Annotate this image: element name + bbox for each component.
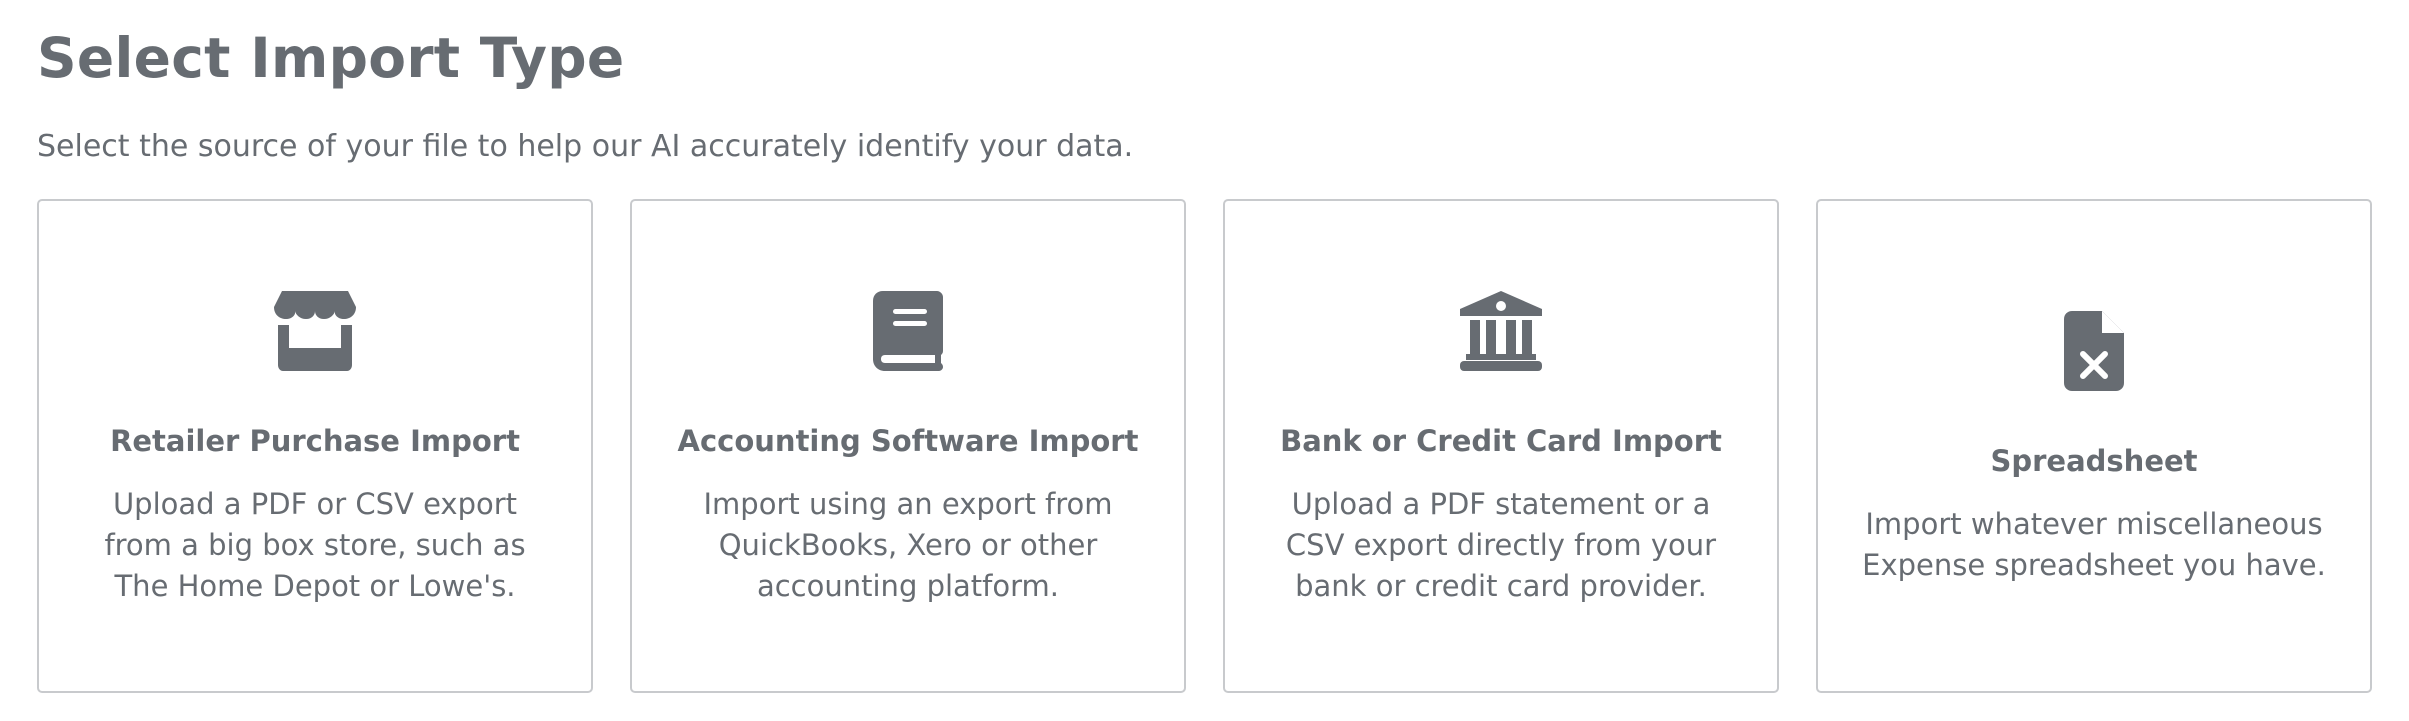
accounting-software-import-card[interactable]: Accounting Software Import Import using … — [630, 199, 1186, 693]
card-title: Accounting Software Import — [677, 423, 1139, 458]
card-description: Import whatever miscellaneous Expense sp… — [1862, 507, 2326, 582]
import-type-options: Retailer Purchase Import Upload a PDF or… — [37, 199, 2372, 693]
card-title: Spreadsheet — [1990, 444, 2198, 478]
card-description: Upload a PDF or CSV export from a big bo… — [104, 486, 526, 603]
card-title: Bank or Credit Card Import — [1280, 423, 1722, 458]
import-type-page: Select Import Type Select the source of … — [0, 0, 2409, 721]
card-description: Upload a PDF statement or a CSV export d… — [1285, 486, 1717, 603]
page-title: Select Import Type — [37, 26, 625, 90]
card-title: Retailer Purchase Import — [110, 423, 520, 458]
retailer-purchase-import-card[interactable]: Retailer Purchase Import Upload a PDF or… — [37, 199, 593, 693]
store-icon — [270, 286, 360, 376]
bank-credit-card-import-card[interactable]: Bank or Credit Card Import Upload a PDF … — [1223, 199, 1779, 693]
spreadsheet-import-card[interactable]: Spreadsheet Import whatever miscellaneou… — [1816, 199, 2372, 693]
card-description: Import using an export from QuickBooks, … — [703, 486, 1113, 603]
page-subtitle: Select the source of your file to help o… — [37, 129, 1134, 164]
book-icon — [863, 286, 953, 376]
bank-icon — [1456, 286, 1546, 376]
spreadsheet-file-icon — [2049, 306, 2139, 396]
